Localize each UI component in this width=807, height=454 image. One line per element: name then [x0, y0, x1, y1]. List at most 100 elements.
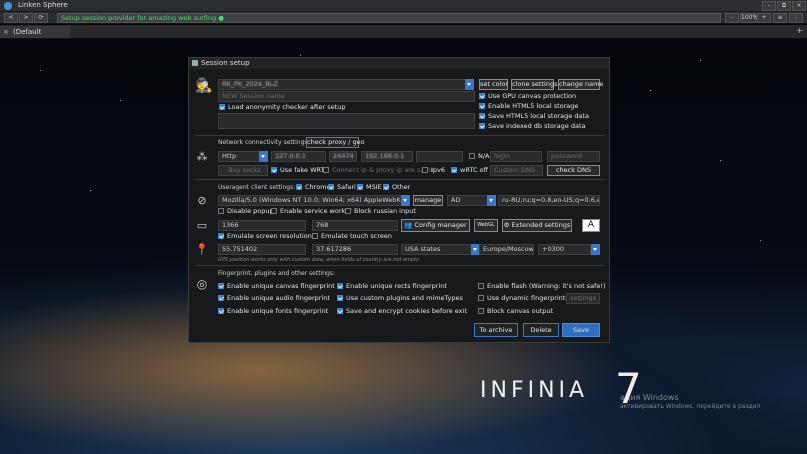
check-dns-button[interactable]: check DNS: [547, 165, 600, 176]
title-bar: Linken Sphere - ⧉ ×: [0, 0, 807, 12]
check-proxy-button[interactable]: check proxy / geo: [306, 137, 365, 148]
block-russian-checkbox[interactable]: Block russian input: [345, 207, 416, 216]
compass-icon: ⊘: [197, 194, 207, 207]
zoom-in-button[interactable]: +: [757, 13, 771, 23]
location-pin-icon: 📍: [195, 243, 209, 256]
fake-webrtc-checkbox[interactable]: Use fake WRTC: [271, 166, 329, 175]
fingerprint-section-title: Fingerprint, plugins and other settings:: [218, 270, 335, 277]
disable-popups-checkbox[interactable]: Disable popups: [218, 207, 277, 216]
latitude-input[interactable]: 55.751402: [218, 244, 306, 255]
chrome-checkbox[interactable]: Chrome: [296, 183, 331, 192]
proxy-protocol-select[interactable]: Http: [218, 151, 260, 162]
chevron-down-icon[interactable]: [259, 151, 268, 162]
session-name-select[interactable]: RK_PK_2024_BLZ: [218, 79, 466, 90]
network-section-title: Network connectivity settings:: [218, 139, 310, 146]
zoom-out-button[interactable]: -: [725, 13, 739, 23]
msie-checkbox[interactable]: MSIE: [357, 183, 382, 192]
screen-height-input[interactable]: 768: [312, 220, 398, 231]
minimize-button[interactable]: -: [762, 1, 776, 11]
save-indexeddb-checkbox[interactable]: Save indexed db storage data: [479, 122, 586, 131]
activation-watermark-sub: активировать Windows, перейдите в раздел: [620, 403, 761, 410]
activation-watermark: ация Windows: [620, 393, 679, 402]
service-worker-checkbox[interactable]: Enable service worker: [271, 207, 352, 216]
plugins-checkbox[interactable]: Use custom plugins and mimeTypes: [337, 294, 463, 303]
canvas-fp-checkbox[interactable]: Enable unique canvas fingerprint: [218, 282, 335, 291]
ipv6-checkbox[interactable]: Ipv6: [422, 166, 445, 175]
country-select[interactable]: USA states: [401, 244, 473, 255]
html5-storage-checkbox[interactable]: Enable HTML5 local storage: [479, 102, 578, 111]
brand-logo: INFINIA: [480, 378, 589, 403]
proxy-host-input[interactable]: 192.168.0.1: [361, 151, 413, 162]
dynamic-fp-checkbox[interactable]: Use dynamic fingerprints: [478, 294, 569, 303]
chevron-down-icon[interactable]: [591, 244, 600, 255]
safari-checkbox[interactable]: Safari: [328, 183, 356, 192]
fonts-button[interactable]: A: [582, 219, 600, 232]
block-canvas-checkbox[interactable]: Block canvas output: [478, 307, 553, 316]
ua-language-select[interactable]: AD: [447, 195, 490, 206]
menu-icon[interactable]: ⋮: [789, 13, 803, 23]
rects-fp-checkbox[interactable]: Enable unique rects fingerprint: [337, 282, 447, 291]
clone-settings-button[interactable]: clone settings: [511, 79, 557, 90]
close-tab-icon[interactable]: ×: [3, 26, 9, 38]
flash-checkbox[interactable]: Enable flash (Warning: it's not safe!): [478, 282, 605, 291]
chevron-down-icon[interactable]: [465, 79, 474, 90]
forward-button[interactable]: >: [19, 13, 33, 23]
useragent-select[interactable]: Mozilla/5.0 (Windows NT 10.0; Win64; x64…: [218, 195, 402, 206]
change-name-button[interactable]: change name: [558, 79, 603, 90]
reload-icon[interactable]: ⟳: [34, 13, 48, 23]
buy-socks-button[interactable]: Buy socks: [218, 165, 268, 176]
utc-offset-select[interactable]: +0300: [538, 244, 591, 255]
proxy-password-input[interactable]: password: [547, 151, 600, 162]
manage-button[interactable]: manage: [413, 195, 443, 206]
proxy-port-input[interactable]: 24474: [329, 151, 357, 162]
webgl-button[interactable]: WebGL: [474, 219, 498, 232]
load-checker-checkbox[interactable]: Load anonymity checker after setup: [219, 103, 345, 112]
session-setup-dialog: Session setup 🕵 RK_PK_2024_BLZ NEW Sessi…: [188, 57, 610, 343]
session-notes-textarea[interactable]: [218, 113, 475, 129]
close-window-button[interactable]: ×: [792, 1, 806, 11]
save-button[interactable]: Save: [562, 323, 600, 337]
set-color-button[interactable]: set color: [479, 79, 508, 90]
na-checkbox[interactable]: N/A: [469, 152, 490, 161]
custom-dns-input[interactable]: Custom DNS: [490, 165, 543, 176]
spy-avatar-icon: 🕵: [195, 78, 213, 94]
delete-button[interactable]: Delete: [523, 323, 559, 337]
emulate-resolution-checkbox[interactable]: Emulate screen resolution: [218, 232, 312, 241]
connect-ip-checkbox[interactable]: Connect ip & proxy ip are same: [323, 166, 435, 175]
to-archive-button[interactable]: To archive: [474, 323, 518, 337]
session-name-input[interactable]: NEW Session name: [218, 91, 475, 102]
network-icon: ⁂: [196, 150, 208, 163]
accept-language-input[interactable]: ru-RU,ru;q=0.8,en-US;q=0.6,en;q=0.4: [498, 195, 600, 206]
chevron-down-icon[interactable]: [401, 195, 410, 206]
extended-settings-button[interactable]: ⚙ Extended settings: [502, 219, 572, 232]
proxy-ip-input[interactable]: 127.0.0.1: [271, 151, 326, 162]
chevron-down-icon[interactable]: [487, 195, 496, 206]
settings-icon[interactable]: ≡: [773, 13, 787, 23]
url-input[interactable]: Setup session provider for amazing web s…: [57, 13, 721, 23]
proxy-login-input[interactable]: login: [490, 151, 542, 162]
encrypt-cookies-checkbox[interactable]: Save and encrypt cookies before exit: [337, 307, 467, 316]
app-title: Linken Sphere: [18, 1, 68, 9]
audio-fp-checkbox[interactable]: Enable unique audio fingerprint: [218, 294, 330, 303]
dynamic-fp-settings-button[interactable]: settings: [566, 293, 600, 304]
fonts-fp-checkbox[interactable]: Enable unique fonts fingerprint: [218, 307, 328, 316]
users-icon: 👥: [404, 221, 413, 229]
webrtc-off-checkbox[interactable]: wRTC off: [451, 166, 488, 175]
address-bar: < > ⟳ Setup session provider for amazing…: [0, 12, 807, 24]
longitude-input[interactable]: 37.617286: [312, 244, 398, 255]
save-html5-checkbox[interactable]: Save HTML5 local storage data: [479, 112, 589, 121]
emulate-touch-checkbox[interactable]: Emulate touch screen: [312, 232, 392, 241]
zoom-level: 100%: [740, 13, 759, 23]
timezone-select[interactable]: Europe/Moscow: [479, 244, 534, 255]
tab-default-session[interactable]: × (Default session): [0, 26, 70, 48]
useragent-section-title: Useragent client settings:: [218, 184, 296, 191]
gpu-canvas-checkbox[interactable]: Use GPU canvas protection: [479, 92, 576, 101]
app-logo-icon: [4, 2, 12, 10]
screen-width-input[interactable]: 1366: [218, 220, 306, 231]
back-button[interactable]: <: [4, 13, 18, 23]
config-manager-button[interactable]: 👥 Config manager: [401, 219, 470, 232]
other-checkbox[interactable]: Other: [383, 183, 410, 192]
new-tab-icon[interactable]: +: [796, 26, 803, 35]
restore-button[interactable]: ⧉: [777, 1, 791, 11]
proxy-extra-input[interactable]: [416, 151, 463, 162]
